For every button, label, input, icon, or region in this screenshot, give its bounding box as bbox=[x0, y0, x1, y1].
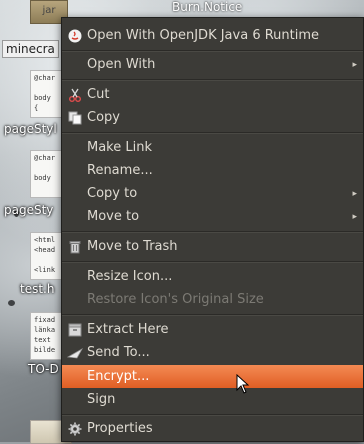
menu-item-open-with[interactable]: Open With ▸ bbox=[62, 53, 363, 76]
archive-icon bbox=[67, 322, 83, 338]
menu-separator bbox=[62, 79, 363, 81]
menu-item-label: Open With bbox=[87, 57, 156, 72]
selected-desktop-item-label[interactable]: minecra bbox=[2, 40, 59, 58]
menu-item-label: Copy bbox=[87, 110, 120, 125]
menu-item-cut[interactable]: Cut bbox=[62, 83, 363, 106]
submenu-arrow-icon: ▸ bbox=[352, 211, 357, 222]
mouse-pointer-icon bbox=[236, 373, 250, 398]
menu-item-label: Restore Icon's Original Size bbox=[87, 292, 264, 307]
desktop-item-label[interactable]: Burn.Notice bbox=[172, 0, 242, 14]
wallpaper-spot bbox=[8, 300, 15, 306]
desktop-item-label[interactable]: pageStyl bbox=[4, 122, 57, 136]
java-icon bbox=[67, 28, 83, 44]
menu-item-label: Make Link bbox=[87, 140, 152, 155]
menu-item-send-to[interactable]: Send To... bbox=[62, 341, 363, 364]
desktop-item-label[interactable]: pageSty bbox=[4, 203, 53, 217]
menu-item-encrypt[interactable]: Encrypt... bbox=[62, 365, 363, 388]
desktop-item-label[interactable]: TO-D bbox=[28, 362, 59, 376]
menu-item-copy-to[interactable]: Copy to ▸ bbox=[62, 182, 363, 205]
menu-item-label: Copy to bbox=[87, 186, 138, 201]
menu-separator bbox=[62, 414, 363, 416]
file-thumbnail[interactable]: @char body { bbox=[30, 70, 64, 118]
submenu-arrow-icon: ▸ bbox=[352, 59, 357, 70]
menu-separator bbox=[62, 231, 363, 233]
menu-item-label: Cut bbox=[87, 87, 110, 102]
menu-item-move-to[interactable]: Move to ▸ bbox=[62, 205, 363, 228]
file-thumbnail[interactable]: @char body bbox=[30, 150, 64, 198]
menu-item-open-with-java[interactable]: Open With OpenJDK Java 6 Runtime bbox=[62, 24, 363, 47]
menu-item-make-link[interactable]: Make Link bbox=[62, 136, 363, 159]
file-thumbnail[interactable]: <html <head <link bbox=[30, 232, 64, 280]
desktop-item-label[interactable]: test.h bbox=[20, 282, 54, 296]
menu-item-label: Properties bbox=[87, 421, 153, 436]
menu-item-label: Encrypt... bbox=[87, 369, 150, 384]
jar-folder-label: jar bbox=[42, 5, 56, 16]
menu-item-label: Move to Trash bbox=[87, 239, 178, 254]
menu-item-sign[interactable]: Sign bbox=[62, 388, 363, 411]
menu-item-label: Send To... bbox=[87, 345, 150, 360]
send-icon bbox=[67, 345, 83, 361]
context-menu: Open With OpenJDK Java 6 Runtime Open Wi… bbox=[61, 17, 364, 442]
scissors-icon bbox=[67, 87, 83, 103]
menu-item-label: Extract Here bbox=[87, 322, 169, 337]
gear-icon bbox=[67, 421, 83, 437]
menu-item-rename[interactable]: Rename... bbox=[62, 159, 363, 182]
file-thumbnail[interactable]: fixad länka text bilde bbox=[30, 312, 64, 360]
menu-item-label: Resize Icon... bbox=[87, 269, 173, 284]
menu-separator bbox=[62, 314, 363, 316]
menu-item-label: Sign bbox=[87, 392, 116, 407]
menu-item-resize-icon[interactable]: Resize Icon... bbox=[62, 265, 363, 288]
menu-item-move-to-trash[interactable]: Move to Trash bbox=[62, 235, 363, 258]
menu-item-label: Open With OpenJDK Java 6 Runtime bbox=[87, 28, 320, 43]
trash-icon bbox=[67, 239, 83, 255]
submenu-arrow-icon: ▸ bbox=[352, 188, 357, 199]
menu-separator bbox=[62, 50, 363, 52]
menu-separator bbox=[62, 261, 363, 263]
menu-item-label: Rename... bbox=[87, 163, 153, 178]
menu-item-copy[interactable]: Copy bbox=[62, 106, 363, 129]
menu-item-extract-here[interactable]: Extract Here bbox=[62, 318, 363, 341]
menu-item-label: Move to bbox=[87, 209, 140, 224]
copy-icon bbox=[67, 110, 83, 126]
menu-item-restore-icon-size: Restore Icon's Original Size bbox=[62, 288, 363, 311]
menu-item-properties[interactable]: Properties bbox=[62, 417, 363, 440]
menu-separator bbox=[62, 132, 363, 134]
